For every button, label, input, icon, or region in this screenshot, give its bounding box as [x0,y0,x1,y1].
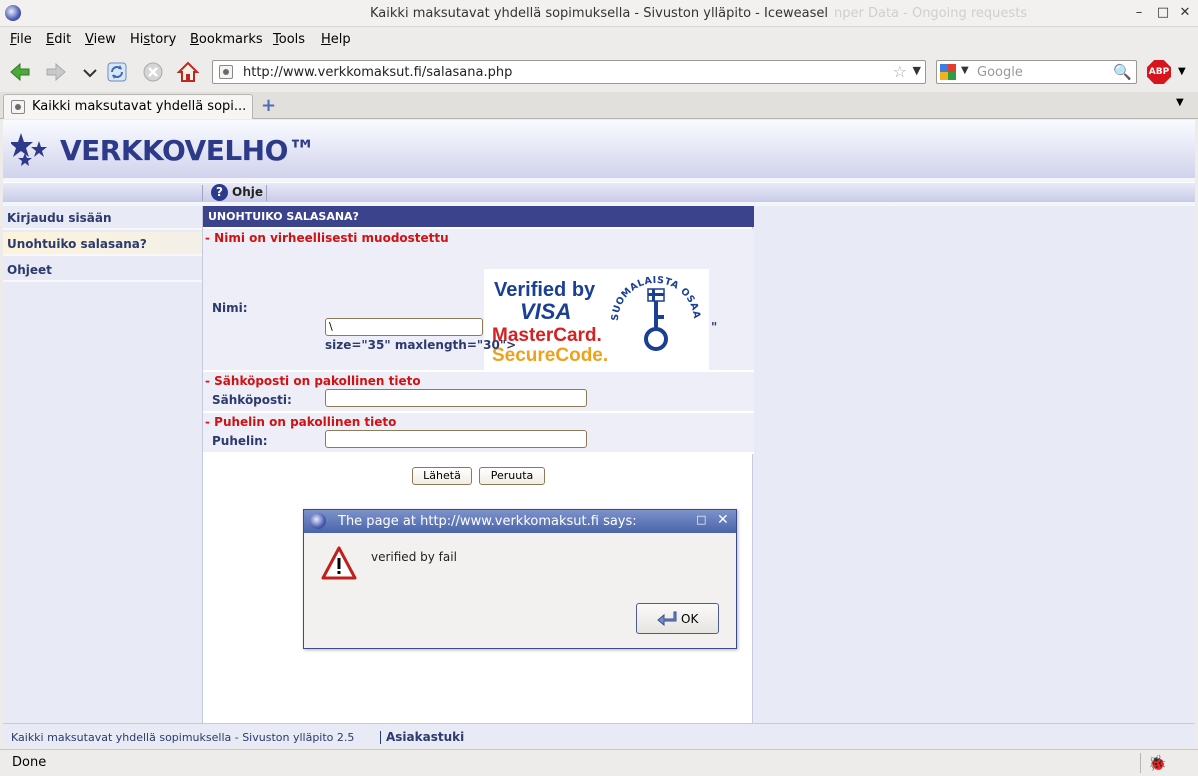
close-icon[interactable]: ✕ [1177,5,1193,21]
sidebar-item-forgot-password[interactable]: Unohtuiko salasana? [3,232,202,256]
email-input[interactable] [325,389,587,407]
dialog-close-icon[interactable]: ✕ [717,512,729,528]
email-label: Sähköposti: [212,393,292,407]
svg-text:VISA: VISA [520,299,571,324]
search-bar[interactable]: ▼ Google 🔍 [936,60,1137,84]
name-section: - Nimi on virheellisesti muodostettu Nim… [203,229,754,372]
tab-list-dropdown-icon[interactable]: ▼ [1176,97,1184,108]
sidebar: Kirjaudu sisään Unohtuiko salasana? Ohje… [3,206,202,723]
phone-section: - Puhelin on pakollinen tieto Puhelin: [203,413,754,454]
dialog-title: The page at http://www.verkkomaksut.fi s… [338,514,637,529]
firebug-icon[interactable]: 🐞 [1148,754,1167,772]
dialog-maximize-icon[interactable]: □ [696,513,706,526]
back-icon[interactable] [8,60,32,84]
dialog-message: verified by fail [371,550,457,564]
google-engine-icon[interactable] [940,64,956,80]
warning-icon [321,546,357,580]
menu-tools[interactable]: Tools [273,32,305,47]
status-bar: Done 🐞 [0,749,1198,776]
sidebar-item-help[interactable]: Ohjeet [3,258,202,282]
logo-stars-icon [11,133,47,166]
window-title: Kaikki maksutavat yhdellä sopimuksella -… [370,6,828,21]
nav-divider [266,185,267,201]
menu-bookmarks[interactable]: Bookmarks [190,32,263,47]
submit-button[interactable]: Lähetä [412,467,472,485]
email-section: - Sähköposti on pakollinen tieto Sähköpo… [203,372,754,413]
site-banner: VERKKOVELHO™ [3,120,1195,178]
page-right-area [755,206,1195,723]
footer-divider [380,731,381,744]
leaked-markup-text: size="35" maxlength="30"> [325,338,517,352]
stop-icon[interactable] [141,60,165,84]
ok-button-label: OK [681,612,699,626]
phone-input[interactable] [325,430,587,448]
search-icon[interactable]: 🔍 [1113,63,1132,81]
site-footer: Kaikki maksutavat yhdellä sopimuksella -… [3,723,1195,748]
ok-button[interactable]: OK [636,603,719,634]
reload-icon[interactable] [105,60,129,84]
phone-label: Puhelin: [212,434,268,448]
search-input[interactable]: Google [977,65,1023,80]
nav-divider [202,185,203,201]
menu-edit[interactable]: Edit [46,32,71,47]
new-tab-icon[interactable]: + [261,95,276,116]
tab-bar: Kaikki maksutavat yhdellä sopi... [0,92,1198,119]
url-dropdown-icon[interactable]: ▼ [913,64,921,77]
name-input[interactable]: \ [325,318,483,336]
minimize-icon[interactable]: – [1131,5,1147,21]
status-divider [1140,753,1141,773]
menu-bar: File Edit View History Bookmarks Tools H… [0,28,1198,52]
adblock-dropdown-icon[interactable]: ▼ [1178,66,1186,77]
menu-history[interactable]: History [130,32,176,47]
alert-dialog: The page at http://www.verkkomaksut.fi s… [303,509,737,649]
help-icon[interactable]: ? [211,184,228,201]
name-error: - Nimi on virheellisesti muodostettu [205,231,449,245]
menu-help[interactable]: Help [321,32,351,47]
footer-support-link[interactable]: Asiakastuki [386,730,464,744]
forward-icon[interactable] [44,60,68,84]
engine-dropdown-icon[interactable]: ▼ [961,65,969,76]
footer-text: Kaikki maksutavat yhdellä sopimuksella -… [11,731,355,744]
status-text: Done [12,755,47,770]
menu-file[interactable]: File [10,32,32,47]
site-nav: ? Ohje [3,182,1195,202]
url-bar[interactable]: http://www.verkkomaksut.fi/salasana.php … [212,60,926,84]
name-label: Nimi: [212,301,248,315]
maximize-icon[interactable]: □ [1155,5,1171,21]
security-badges: Verified by VISA MasterCard. SecureCode.… [479,261,709,372]
history-dropdown-icon[interactable] [78,60,102,84]
tab-active[interactable]: Kaikki maksutavat yhdellä sopi... [3,94,253,119]
dialog-titlebar: The page at http://www.verkkomaksut.fi s… [304,510,736,533]
cancel-button[interactable]: Peruuta [479,467,545,485]
home-icon[interactable] [176,60,200,84]
site-identity-icon[interactable] [219,65,233,79]
iceweasel-icon [310,513,326,529]
name-trailing-quote: " [711,320,718,334]
verified-by-visa-securecode-logo: Verified by VISA MasterCard. SecureCode.… [479,261,702,367]
bookmark-star-icon[interactable]: ☆ [893,62,907,81]
tab-favicon-icon [11,100,25,114]
svg-text:Verified by: Verified by [494,279,596,301]
window-titlebar: nper Data - Ongoing requests Kaikki maks… [0,0,1198,27]
site-logo[interactable]: VERKKOVELHO™ [60,134,316,167]
sidebar-item-login[interactable]: Kirjaudu sisään [3,206,202,230]
phone-error: - Puhelin on pakollinen tieto [205,415,397,429]
url-text[interactable]: http://www.verkkomaksut.fi/salasana.php [243,65,512,80]
menu-view[interactable]: View [85,32,116,47]
form-heading: UNOHTUIKO SALASANA? [203,206,754,227]
email-error: - Sähköposti on pakollinen tieto [205,374,421,388]
enter-arrow-icon [657,611,677,626]
tab-label: Kaikki maksutavat yhdellä sopi... [32,99,247,114]
nav-help-link[interactable]: Ohje [232,185,263,199]
